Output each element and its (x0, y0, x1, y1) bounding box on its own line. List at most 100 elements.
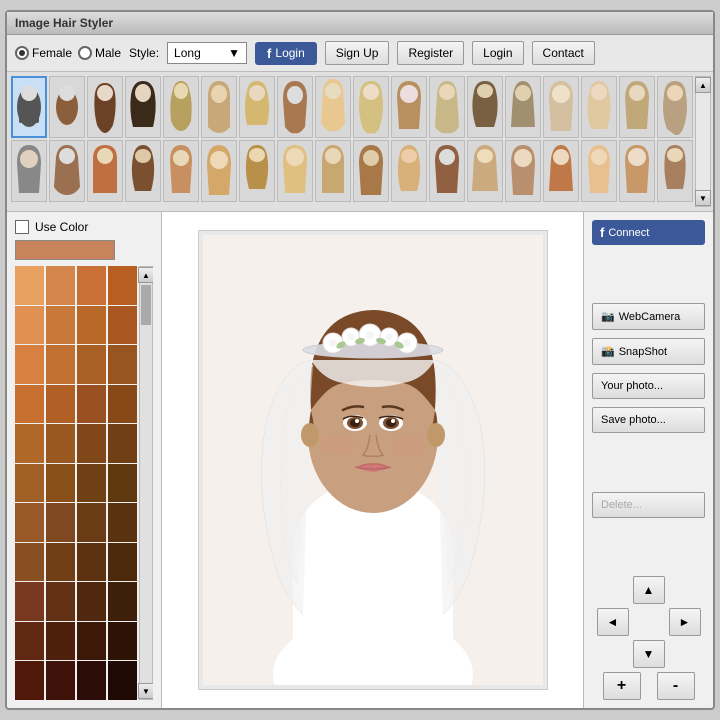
hair-item[interactable] (87, 140, 123, 202)
color-cell[interactable] (46, 503, 75, 542)
color-cell[interactable] (108, 464, 137, 503)
palette-scroll-thumb[interactable] (141, 285, 151, 325)
hair-item[interactable] (543, 76, 579, 138)
color-cell[interactable] (15, 306, 44, 345)
hair-item[interactable] (201, 76, 237, 138)
color-cell[interactable] (108, 582, 137, 621)
hair-item[interactable] (467, 76, 503, 138)
hair-item[interactable] (163, 140, 199, 202)
color-cell[interactable] (15, 661, 44, 700)
hair-item[interactable] (657, 140, 693, 202)
color-cell[interactable] (77, 424, 106, 463)
hair-item[interactable] (315, 140, 351, 202)
delete-button[interactable]: Delete... (592, 492, 705, 518)
hair-item[interactable] (581, 76, 617, 138)
color-cell[interactable] (46, 306, 75, 345)
female-radio[interactable] (15, 46, 29, 60)
color-cell[interactable] (15, 543, 44, 582)
color-cell[interactable] (15, 424, 44, 463)
contact-button[interactable]: Contact (532, 41, 595, 65)
hair-item[interactable] (619, 140, 655, 202)
zoom-in-button[interactable]: + (603, 672, 641, 700)
color-cell[interactable] (15, 385, 44, 424)
hair-item[interactable] (201, 140, 237, 202)
color-cell[interactable] (46, 622, 75, 661)
color-cell[interactable] (15, 266, 44, 305)
nav-up-button[interactable]: ▲ (633, 576, 665, 604)
scroll-up-arrow[interactable]: ▲ (695, 77, 711, 93)
color-cell[interactable] (46, 266, 75, 305)
selected-color-swatch[interactable] (15, 240, 115, 260)
color-cell[interactable] (108, 424, 137, 463)
color-cell[interactable] (108, 622, 137, 661)
color-cell[interactable] (46, 345, 75, 384)
hair-scrollbar[interactable]: ▲ ▼ (695, 76, 711, 207)
hair-item[interactable] (49, 76, 85, 138)
hair-item[interactable] (87, 76, 123, 138)
color-cell[interactable] (15, 503, 44, 542)
fb-login-button[interactable]: f Login (255, 42, 317, 65)
nav-right-button[interactable]: ► (669, 608, 701, 636)
color-cell[interactable] (77, 661, 106, 700)
color-cell[interactable] (108, 543, 137, 582)
hair-item[interactable] (581, 140, 617, 202)
hair-item[interactable] (657, 76, 693, 138)
hair-item[interactable] (125, 76, 161, 138)
color-cell[interactable] (46, 424, 75, 463)
color-cell[interactable] (15, 582, 44, 621)
color-cell[interactable] (46, 661, 75, 700)
fb-connect-button[interactable]: f Connect (592, 220, 705, 245)
color-cell[interactable] (46, 464, 75, 503)
nav-down-button[interactable]: ▼ (633, 640, 665, 668)
color-cell[interactable] (77, 306, 106, 345)
hair-item[interactable] (505, 140, 541, 202)
color-cell[interactable] (77, 582, 106, 621)
nav-left-button[interactable]: ◄ (597, 608, 629, 636)
hair-item[interactable] (239, 76, 275, 138)
snapshot-button[interactable]: 📸 SnapShot (592, 338, 705, 365)
color-cell[interactable] (77, 543, 106, 582)
hair-item[interactable] (315, 76, 351, 138)
hair-item[interactable] (11, 76, 47, 138)
hair-item[interactable] (467, 140, 503, 202)
color-cell[interactable] (77, 464, 106, 503)
color-cell[interactable] (108, 503, 137, 542)
hair-item[interactable] (353, 76, 389, 138)
scroll-down-arrow[interactable]: ▼ (695, 190, 711, 206)
hair-item[interactable] (429, 140, 465, 202)
color-cell[interactable] (108, 385, 137, 424)
hair-item[interactable] (277, 140, 313, 202)
color-cell[interactable] (15, 345, 44, 384)
your-photo-button[interactable]: Your photo... (592, 373, 705, 399)
sign-up-button[interactable]: Sign Up (325, 41, 390, 65)
color-cell[interactable] (108, 306, 137, 345)
color-cell[interactable] (77, 266, 106, 305)
male-radio[interactable] (78, 46, 92, 60)
color-cell[interactable] (15, 622, 44, 661)
hair-item[interactable] (239, 140, 275, 202)
hair-item[interactable] (619, 76, 655, 138)
color-cell[interactable] (108, 345, 137, 384)
save-photo-button[interactable]: Save photo... (592, 407, 705, 433)
color-cell[interactable] (46, 385, 75, 424)
hair-item[interactable] (49, 140, 85, 202)
hair-item[interactable] (277, 76, 313, 138)
style-dropdown[interactable]: Long ▼ (167, 42, 247, 64)
hair-item[interactable] (391, 140, 427, 202)
color-cell[interactable] (77, 622, 106, 661)
color-cell[interactable] (108, 661, 137, 700)
hair-item[interactable] (11, 140, 47, 202)
hair-item[interactable] (429, 76, 465, 138)
webcam-button[interactable]: 📷 WebCamera (592, 303, 705, 330)
color-cell[interactable] (77, 503, 106, 542)
hair-item[interactable] (163, 76, 199, 138)
female-option[interactable]: Female (15, 46, 72, 60)
hair-item[interactable] (353, 140, 389, 202)
hair-item[interactable] (391, 76, 427, 138)
login-button[interactable]: Login (472, 41, 523, 65)
use-color-checkbox[interactable] (15, 220, 29, 234)
hair-item[interactable] (505, 76, 541, 138)
color-cell[interactable] (77, 385, 106, 424)
male-option[interactable]: Male (78, 46, 121, 60)
hair-item[interactable] (543, 140, 579, 202)
